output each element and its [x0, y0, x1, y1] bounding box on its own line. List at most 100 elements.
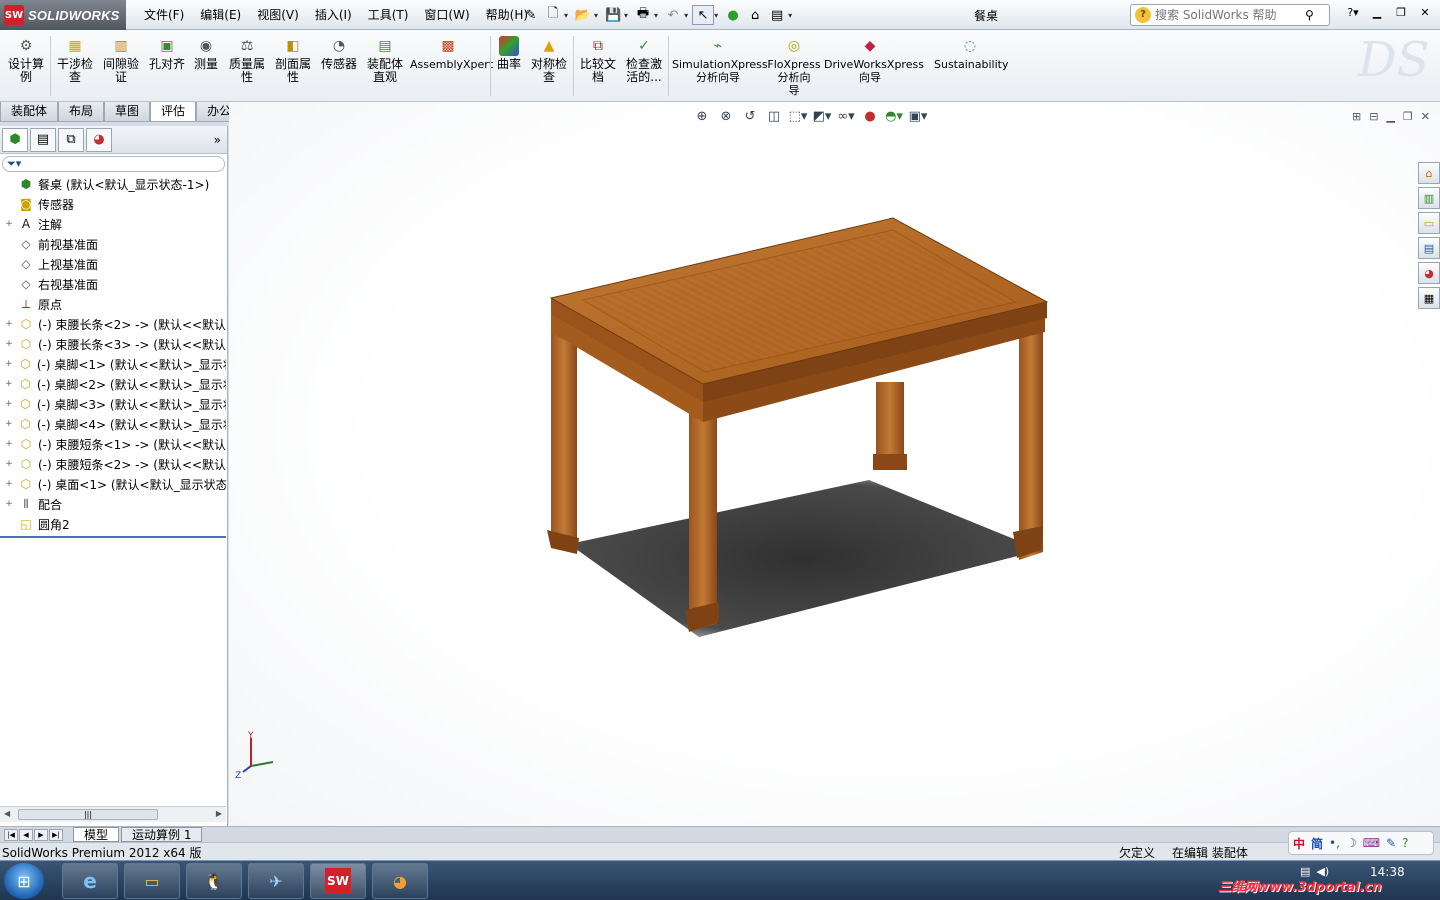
ime-settings-icon[interactable]: ✎ — [1386, 836, 1396, 850]
start-button-icon[interactable]: ⊞ — [4, 863, 44, 899]
taskbar-explorer-icon[interactable]: ▭ — [124, 863, 180, 899]
close-icon[interactable]: ✕ — [1416, 5, 1434, 21]
tree-item[interactable]: ◱ 圆角2 — [0, 514, 226, 534]
tree-filter[interactable]: ⏷▾ — [2, 156, 225, 172]
file-explorer-icon[interactable]: ▭ — [1418, 212, 1440, 234]
options-icon[interactable]: ▤ — [766, 5, 788, 25]
open-folder-icon[interactable]: 📂 — [572, 5, 594, 25]
solidworks-resources-icon[interactable]: ⌂ — [1418, 162, 1440, 184]
taskbar-paint-icon[interactable]: ◕ — [372, 863, 428, 899]
restore-icon[interactable]: ❐ — [1392, 5, 1410, 21]
ribbon-button-clearance-verification[interactable]: ▥ 间隙验 证 — [100, 34, 142, 84]
rollback-bar[interactable] — [0, 536, 226, 538]
ribbon-button-assembly-visualization[interactable]: ▤ 装配体 直观 — [362, 34, 408, 84]
tree-item[interactable]: ◇ 前视基准面 — [0, 234, 226, 254]
tree-item[interactable]: ⬢ 餐桌 (默认<默认_显示状态-1>) — [0, 174, 226, 194]
tree-item[interactable]: + ⬡ (-) 束腰长条<2> -> (默认<<默认 — [0, 314, 226, 334]
expand-icon[interactable]: + — [4, 459, 14, 469]
tree-item[interactable]: + ⬡ (-) 桌脚<2> (默认<<默认>_显示状 — [0, 374, 226, 394]
tree-item[interactable]: ◙ 传感器 — [0, 194, 226, 214]
rebuild-traffic-light-icon[interactable]: ● — [722, 5, 744, 25]
taskbar-solidworks-icon[interactable]: SW — [310, 863, 366, 899]
tree-item[interactable]: + ⬡ (-) 桌脚<4> (默认<<默认>_显示状 — [0, 414, 226, 434]
print-dropdown-icon[interactable]: ▾ — [654, 11, 658, 20]
new-document-icon[interactable]: 🗋 — [542, 5, 564, 25]
scroll-thumb[interactable]: ||| — [18, 809, 158, 820]
expand-icon[interactable]: + — [4, 419, 14, 429]
open-dropdown-icon[interactable]: ▾ — [594, 11, 598, 20]
scroll-left-icon[interactable]: ◀ — [4, 809, 10, 818]
expand-icon[interactable]: + — [4, 479, 14, 489]
new-dropdown-icon[interactable]: ▾ — [564, 11, 568, 20]
tree-item[interactable]: + A 注解 — [0, 214, 226, 234]
last-tab-icon[interactable]: ▶| — [49, 828, 63, 841]
ribbon-button-design-study[interactable]: ⚙ 设计算 例 — [4, 34, 48, 84]
help-search-input[interactable] — [1155, 8, 1305, 22]
expand-icon[interactable]: + — [4, 219, 14, 229]
tree-item[interactable]: + ⬡ (-) 桌面<1> (默认<默认_显示状态 — [0, 474, 226, 494]
select-arrow-icon[interactable]: ↖ — [692, 5, 715, 25]
ime-language[interactable]: 中 — [1293, 835, 1305, 852]
ribbon-button-assemblyxpert[interactable]: ▩ AssemblyXpert — [410, 34, 493, 72]
menu-insert[interactable]: 插入(I) — [307, 6, 360, 24]
tree-item[interactable]: ◇ 上视基准面 — [0, 254, 226, 274]
expand-icon[interactable]: + — [4, 379, 14, 389]
tab-sketch[interactable]: 草图 — [104, 102, 151, 122]
menu-edit[interactable]: 编辑(E) — [192, 6, 249, 24]
taskbar-qq-icon[interactable]: 🐧 — [186, 863, 242, 899]
expand-icon[interactable]: + — [4, 319, 14, 329]
tab-motion-study-1[interactable]: 运动算例 1 — [121, 827, 203, 842]
ribbon-button-hole-alignment[interactable]: ▣ 孔对齐 — [146, 34, 188, 71]
menu-window[interactable]: 窗口(W) — [416, 6, 477, 24]
tree-item[interactable]: + ⬡ (-) 束腰长条<3> -> (默认<<默认 — [0, 334, 226, 354]
expand-icon[interactable]: + — [4, 399, 14, 409]
appearances-scenes-icon[interactable]: ◕ — [1418, 262, 1440, 284]
next-tab-icon[interactable]: ▶ — [34, 828, 48, 841]
select-dropdown-icon[interactable]: ▾ — [714, 11, 718, 20]
minimize-icon[interactable]: ▁ — [1368, 5, 1386, 21]
tree-item[interactable]: ⟂ 原点 — [0, 294, 226, 314]
expand-icon[interactable]: + — [4, 339, 14, 349]
tab-model[interactable]: 模型 — [73, 827, 120, 842]
search-icon[interactable]: ⚲ — [1305, 8, 1314, 22]
ribbon-button-compare-documents[interactable]: ⧉ 比较文 档 — [577, 34, 619, 84]
tree-item[interactable]: + ⬡ (-) 束腰短条<1> -> (默认<<默认 — [0, 434, 226, 454]
ime-keyboard-icon[interactable]: ⌨ — [1363, 836, 1380, 850]
table-model[interactable] — [229, 102, 1440, 826]
ribbon-button-measure[interactable]: ◉ 测量 — [190, 34, 222, 71]
options-dropdown-icon[interactable]: ▾ — [788, 11, 792, 20]
propertymanager-tab-icon[interactable]: ▤ — [30, 127, 56, 152]
ribbon-button-simulationxpress[interactable]: ⌁ SimulationXpress 分析向导 — [672, 34, 768, 85]
featuremanager-tab-icon[interactable]: ⬢ — [2, 127, 28, 152]
tree-horizontal-scrollbar[interactable]: ◀ ||| ▶ — [0, 806, 226, 822]
ime-punctuation-icon[interactable]: •, — [1329, 836, 1340, 850]
tree-item[interactable]: ◇ 右视基准面 — [0, 274, 226, 294]
save-dropdown-icon[interactable]: ▾ — [624, 11, 628, 20]
ime-mode[interactable]: 简 — [1311, 835, 1323, 852]
menu-file[interactable]: 文件(F) — [136, 6, 192, 24]
expand-icon[interactable]: + — [4, 439, 14, 449]
ribbon-button-mass-properties[interactable]: ⚖ 质量属 性 — [226, 34, 268, 84]
ime-toolbar[interactable]: 中 简 •, ☽ ⌨ ✎ ? — [1288, 831, 1434, 855]
undo-icon[interactable]: ↶ — [662, 5, 684, 25]
ribbon-button-symmetry-check[interactable]: ▲ 对称检 查 — [528, 34, 570, 84]
tree-item[interactable]: + ⬡ (-) 桌脚<1> (默认<<默认>_显示状 — [0, 354, 226, 374]
solidworks-logo[interactable]: SW SOLIDWORKS — [0, 0, 126, 30]
pin-icon[interactable]: ✎ — [520, 5, 542, 25]
graphics-area[interactable]: ⊕ ⊗ ↺ ◫ ⬚▾ ◩▾ ∞▾ ● ◓▾ ▣▾ ⊞ ⊟ ▁ ❐ ✕ ⌂ ▥ ▭… — [229, 102, 1440, 826]
view-palette-icon[interactable]: ▤ — [1418, 237, 1440, 259]
help-dropdown-icon[interactable]: ?▾ — [1344, 5, 1362, 21]
tree-item[interactable]: + ⬡ (-) 桌脚<3> (默认<<默认>_显示状 — [0, 394, 226, 414]
tree-item[interactable]: + ⬡ (-) 束腰短条<2> -> (默认<<默认 — [0, 454, 226, 474]
taskbar-ie-icon[interactable]: e — [62, 863, 118, 899]
expand-icon[interactable]: + — [4, 499, 14, 509]
menu-view[interactable]: 视图(V) — [249, 6, 307, 24]
expand-pane-icon[interactable]: » — [214, 133, 221, 147]
ime-moon-icon[interactable]: ☽ — [1346, 836, 1357, 850]
configurationmanager-tab-icon[interactable]: ⧉ — [58, 127, 84, 152]
design-library-icon[interactable]: ▥ — [1418, 187, 1440, 209]
tree-item[interactable]: + ⫴ 配合 — [0, 494, 226, 514]
displaymanager-tab-icon[interactable]: ◕ — [86, 127, 112, 152]
tab-evaluate[interactable]: 评估 — [150, 102, 197, 122]
custom-properties-icon[interactable]: ▦ — [1418, 287, 1440, 309]
